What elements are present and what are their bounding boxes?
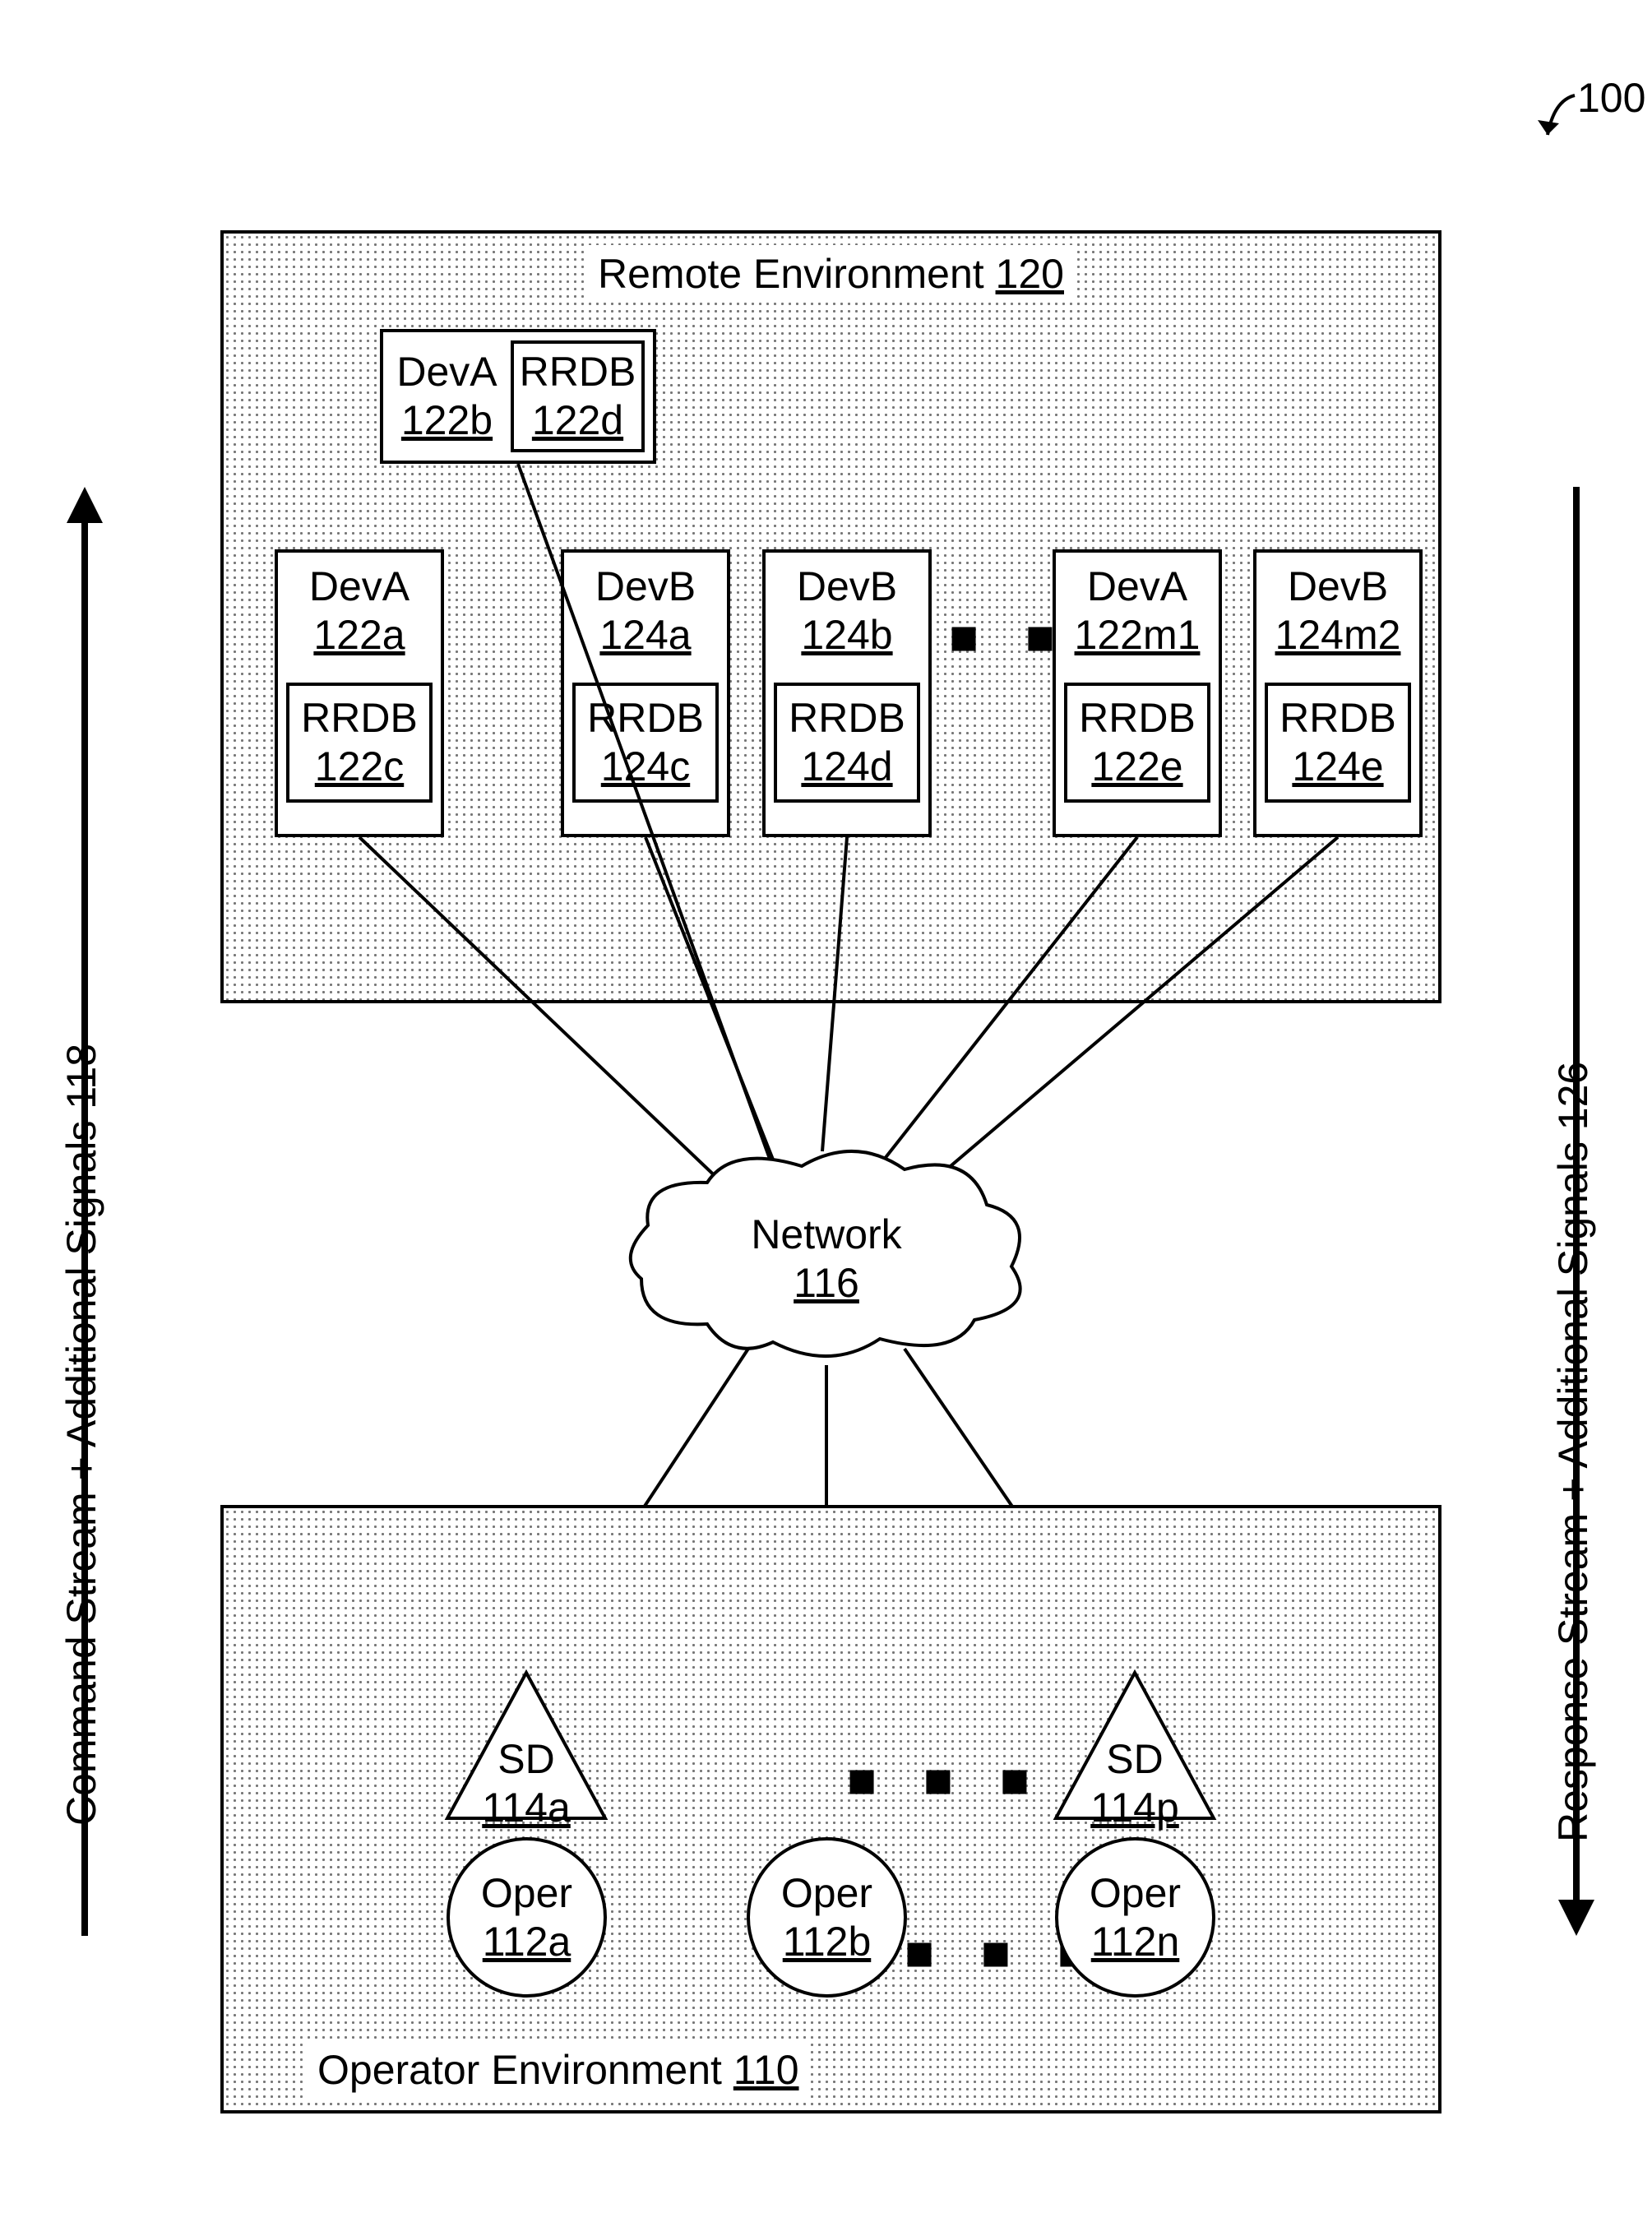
dev-ref: 122b xyxy=(383,396,511,445)
left-arrow-up-icon xyxy=(67,487,103,523)
left-axis-label: Command Stream + Additional Signals 118 xyxy=(58,625,105,1826)
rrdb-ref: 122c xyxy=(291,743,428,791)
dev-name: DevB xyxy=(572,563,719,611)
rrdb-ref: 122e xyxy=(1069,743,1205,791)
dev-box-3: DevA 122m1 RRDB 122e xyxy=(1053,549,1222,837)
sd-name: SD xyxy=(444,1735,609,1784)
dev-name: DevA xyxy=(309,563,410,609)
sd-triangle-0: SD 114a xyxy=(444,1669,609,1822)
diagram-root: 100 Command Stream + Additional Signals … xyxy=(0,0,1652,2213)
dev-box-1: DevB 124a RRDB 124c xyxy=(561,549,730,837)
dev-top-pair: DevA 122b RRDB 122d xyxy=(380,329,656,464)
dev-name: DevB xyxy=(1265,563,1411,611)
rrdb-ref: 124c xyxy=(577,743,714,791)
network-ref: 116 xyxy=(609,1259,1044,1308)
dev-ref: 122a xyxy=(286,611,433,660)
oper-name: Oper xyxy=(1090,1869,1181,1918)
dev-ref: 124b xyxy=(774,611,920,660)
network-label: Network xyxy=(609,1211,1044,1259)
sd-name: SD xyxy=(1053,1735,1217,1784)
operator-title: Operator Environment 110 xyxy=(306,2041,811,2099)
oper-ref: 112b xyxy=(783,1918,872,1966)
rrdb-name: RRDB xyxy=(577,694,714,743)
ellipsis-icon: ■ ■ ■ xyxy=(847,1752,1046,1808)
rrdb-ref: 124d xyxy=(779,743,915,791)
oper-circle-2: Oper 112n xyxy=(1055,1837,1215,1998)
oper-ref: 112a xyxy=(483,1918,571,1966)
rrdb-name: RRDB xyxy=(779,694,915,743)
operator-environment-panel: Operator Environment 110 xyxy=(220,1505,1441,2113)
rrdb-name: RRDB xyxy=(1270,694,1406,743)
remote-title-ref: 120 xyxy=(996,251,1064,297)
sd-ref: 114a xyxy=(444,1784,609,1832)
dev-ref: 122m1 xyxy=(1064,611,1210,660)
dev-name: DevB xyxy=(774,563,920,611)
dev-box-4: DevB 124m2 RRDB 124e xyxy=(1253,549,1423,837)
operator-title-ref: 110 xyxy=(733,2047,799,2093)
rrdb-name: RRDB xyxy=(1069,694,1205,743)
dev-box-0: DevA 122a RRDB 122c xyxy=(275,549,444,837)
operator-title-text: Operator Environment xyxy=(317,2047,733,2093)
right-axis-label: Response Stream + Additional Signals 126 xyxy=(1549,609,1597,1842)
oper-ref: 112n xyxy=(1091,1918,1180,1966)
oper-circle-0: Oper 112a xyxy=(447,1837,607,1998)
oper-name: Oper xyxy=(481,1869,572,1918)
oper-name: Oper xyxy=(781,1869,872,1918)
right-arrow-down-icon xyxy=(1558,1900,1594,1936)
remote-title: Remote Environment 120 xyxy=(586,245,1076,303)
dev-ref: 124a xyxy=(572,611,719,660)
network-cloud: Network 116 xyxy=(609,1135,1044,1373)
dev-name: DevA xyxy=(1064,563,1210,611)
figure-ref-label: 100 xyxy=(1577,74,1645,123)
dev-box-2: DevB 124b RRDB 124d xyxy=(762,549,932,837)
oper-circle-1: Oper 112b xyxy=(747,1837,907,1998)
dev-ref: 124m2 xyxy=(1265,611,1411,660)
sd-ref: 114p xyxy=(1053,1784,1217,1832)
sd-triangle-1: SD 114p xyxy=(1053,1669,1217,1822)
rrdb-name: RRDB xyxy=(291,694,428,743)
rrdb-ref: 124e xyxy=(1270,743,1406,791)
rrdb-ref: 122d xyxy=(514,396,641,445)
remote-title-text: Remote Environment xyxy=(598,251,996,297)
dev-name: DevA xyxy=(383,348,511,396)
rrdb-name: RRDB xyxy=(514,348,641,396)
